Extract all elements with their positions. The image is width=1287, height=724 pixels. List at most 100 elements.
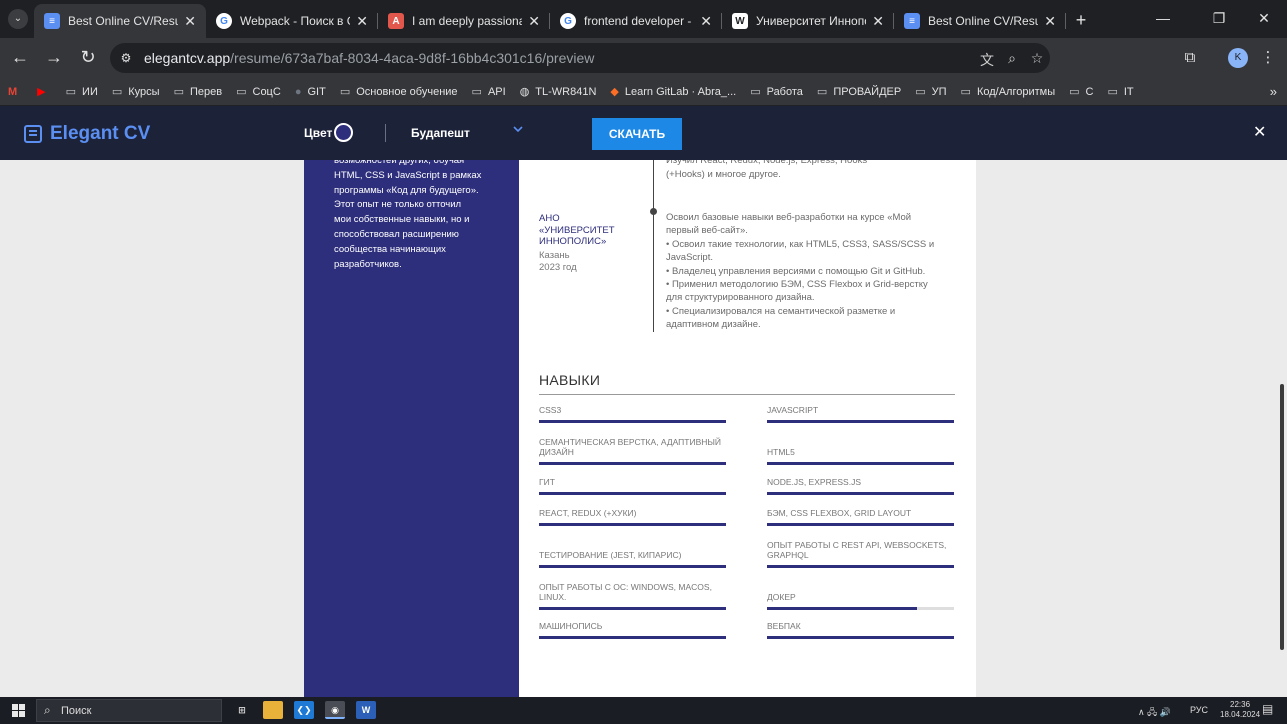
clock[interactable]: 22:36 18.04.2024 xyxy=(1220,700,1260,720)
skill-name: СЕМАНТИЧЕСКАЯ ВЕРСТКА, АДАПТИВНЫЙ ДИЗАЙН xyxy=(539,437,722,457)
color-picker-swatch[interactable] xyxy=(334,123,353,142)
forward-button[interactable]: → xyxy=(42,46,66,70)
education-desc-line: • Применил методологию БЭМ, CSS Flexbox … xyxy=(666,279,928,291)
skill-item: МАШИНОПИСЬ xyxy=(539,599,726,639)
browser-tab[interactable]: W Университет Иннопол ✕ xyxy=(722,4,894,38)
extensions-icon[interactable]: ⧉ xyxy=(1180,48,1200,68)
windows-start-icon[interactable] xyxy=(12,704,25,717)
folder-icon: ▭ xyxy=(1069,86,1080,98)
education-desc-line: JavaScript. xyxy=(666,252,713,264)
education-description: Освоил базовые навыки веб-разработки на … xyxy=(666,211,958,332)
logo-text: Elegant CV xyxy=(50,123,151,144)
bookmark-item[interactable]: ▭ IT xyxy=(1107,85,1133,99)
bookmark-item[interactable]: ◆ Learn GitLab · Abra_... xyxy=(610,85,736,99)
search-icon: ⌕ xyxy=(44,703,51,717)
back-button[interactable]: ← xyxy=(8,46,32,70)
education-city: Казань xyxy=(539,250,570,261)
close-icon[interactable]: ✕ xyxy=(1253,122,1266,142)
tab-close-icon[interactable]: ✕ xyxy=(528,13,540,30)
task-view-icon[interactable]: ⊞ xyxy=(232,701,252,719)
download-button[interactable]: СКАЧАТЬ xyxy=(592,118,682,150)
folder-icon: ▭ xyxy=(960,86,971,98)
previous-desc-line: Изучил React, Redux, Node.js, Express, H… xyxy=(666,160,868,166)
tab-close-icon[interactable]: ✕ xyxy=(356,13,368,30)
vscode-icon[interactable]: ❮❯ xyxy=(294,701,314,719)
tab-close-icon[interactable]: ✕ xyxy=(184,13,196,30)
bookmark-item[interactable]: ▭ Код/Алгоритмы xyxy=(960,85,1056,99)
folder-icon: ▭ xyxy=(236,86,247,98)
bookmark-item[interactable]: ▭ Перев xyxy=(174,85,223,99)
bookmarks-overflow-icon[interactable]: » xyxy=(1270,84,1277,99)
language-indicator[interactable]: РУС xyxy=(1190,705,1208,715)
file-explorer-icon[interactable] xyxy=(263,701,283,719)
new-tab-button[interactable]: + xyxy=(1066,4,1096,38)
notification-icon[interactable]: ▤ xyxy=(1262,702,1273,716)
skill-name: ВЕБПАК xyxy=(767,621,801,631)
address-bar[interactable]: ⚙ elegantcv.app/resume/673a7baf-8034-4ac… xyxy=(110,43,1050,73)
about-line: сообщества начинающих xyxy=(334,243,446,255)
bookmark-item[interactable]: M xyxy=(8,86,23,98)
skill-level-fill xyxy=(539,565,726,568)
app-logo[interactable]: Elegant CV xyxy=(24,123,150,145)
pdf-favicon: A xyxy=(388,13,404,29)
menu-kebab-icon[interactable]: ⋮ xyxy=(1258,48,1278,68)
bookmark-item[interactable]: ▭ С xyxy=(1069,85,1094,99)
bookmark-item[interactable]: ▭ Основное обучение xyxy=(340,85,458,99)
minimize-button[interactable]: — xyxy=(1140,0,1186,38)
taskbar-search[interactable]: ⌕ Поиск xyxy=(36,699,222,722)
wikipedia-favicon: W xyxy=(732,13,748,29)
clock-time: 22:36 xyxy=(1230,700,1251,709)
chevron-down-icon[interactable] xyxy=(512,123,524,135)
skill-level-bar xyxy=(539,565,726,568)
bookmark-item[interactable]: ▭ API xyxy=(472,85,506,99)
word-icon[interactable]: W xyxy=(356,701,376,719)
skill-level-fill xyxy=(539,636,726,639)
gitlab-icon: ◆ xyxy=(610,86,619,98)
browser-tab[interactable]: ≡ Best Online CV/Resume ✕ xyxy=(34,4,206,38)
reload-button[interactable]: ↻ xyxy=(76,46,100,70)
bookmark-star-icon[interactable]: ☆ xyxy=(1028,50,1046,68)
tab-search-button[interactable]: ⌄ xyxy=(8,9,28,29)
bookmark-item[interactable]: ▭ СоцС xyxy=(236,85,281,99)
bookmark-item[interactable]: ▭ Работа xyxy=(750,85,803,99)
bookmark-item[interactable]: ▭ Курсы xyxy=(112,85,160,99)
tab-close-icon[interactable]: ✕ xyxy=(1044,13,1056,30)
browser-tab[interactable]: A I am deeply passionate ✕ xyxy=(378,4,550,38)
chrome-icon[interactable]: ◉ xyxy=(325,701,345,719)
browser-tab[interactable]: ≡ Best Online CV/Resume ✕ xyxy=(894,4,1066,38)
translate-icon[interactable]: 文 xyxy=(978,50,996,68)
zoom-icon[interactable]: ⌕ xyxy=(1003,50,1021,68)
skill-level-bar xyxy=(767,420,954,423)
education-year: 2023 год xyxy=(539,261,577,273)
window-close-button[interactable]: ✕ xyxy=(1241,0,1287,38)
education-organization: АНО «УНИВЕРСИТЕТ ИННОПОЛИС» xyxy=(539,213,629,248)
bookmark-label: Код/Алгоритмы xyxy=(976,85,1056,98)
education-desc-line: для структурированного дизайна. xyxy=(666,292,815,304)
bookmark-item[interactable]: ▶ xyxy=(37,85,51,98)
bookmark-label: С xyxy=(1085,85,1094,98)
skill-level-fill xyxy=(767,420,954,423)
template-name[interactable]: Будапешт xyxy=(411,126,470,140)
skill-name: ТЕСТИРОВАНИЕ (JEST, КИПАРИС) xyxy=(539,550,682,560)
tab-close-icon[interactable]: ✕ xyxy=(700,13,712,30)
scrollbar-thumb[interactable] xyxy=(1280,384,1284,650)
bookmark-item[interactable]: ● GIT xyxy=(295,86,326,98)
profile-avatar[interactable]: K xyxy=(1228,48,1248,68)
bookmark-item[interactable]: ▭ ПРОВАЙДЕР xyxy=(817,85,901,99)
bookmark-item[interactable]: ▭ ИИ xyxy=(66,85,98,99)
skill-level-bar xyxy=(539,523,726,526)
skill-item: ВЕБПАК xyxy=(767,599,954,639)
about-line: возможностей других, обучая xyxy=(334,160,465,166)
site-info-icon[interactable]: ⚙ xyxy=(118,50,134,66)
skill-level-fill xyxy=(539,420,726,423)
tab-close-icon[interactable]: ✕ xyxy=(872,13,884,30)
browser-tab[interactable]: G Webpack - Поиск в Go ✕ xyxy=(206,4,378,38)
bookmark-item[interactable]: ◍ TL-WR841N xyxy=(520,85,597,99)
maximize-button[interactable]: ❐ xyxy=(1196,0,1242,38)
education-org-line: АНО xyxy=(539,213,560,224)
url-text[interactable]: elegantcv.app/resume/673a7baf-8034-4aca-… xyxy=(144,50,594,66)
tray-icons[interactable]: ∧ 🖧 🔊 xyxy=(1138,705,1171,721)
bookmark-item[interactable]: ▭ УП xyxy=(915,85,946,99)
browser-tab[interactable]: Gfrontend developer - П ✕ xyxy=(550,4,722,38)
education-org-line: «УНИВЕРСИТЕТ xyxy=(539,224,615,236)
